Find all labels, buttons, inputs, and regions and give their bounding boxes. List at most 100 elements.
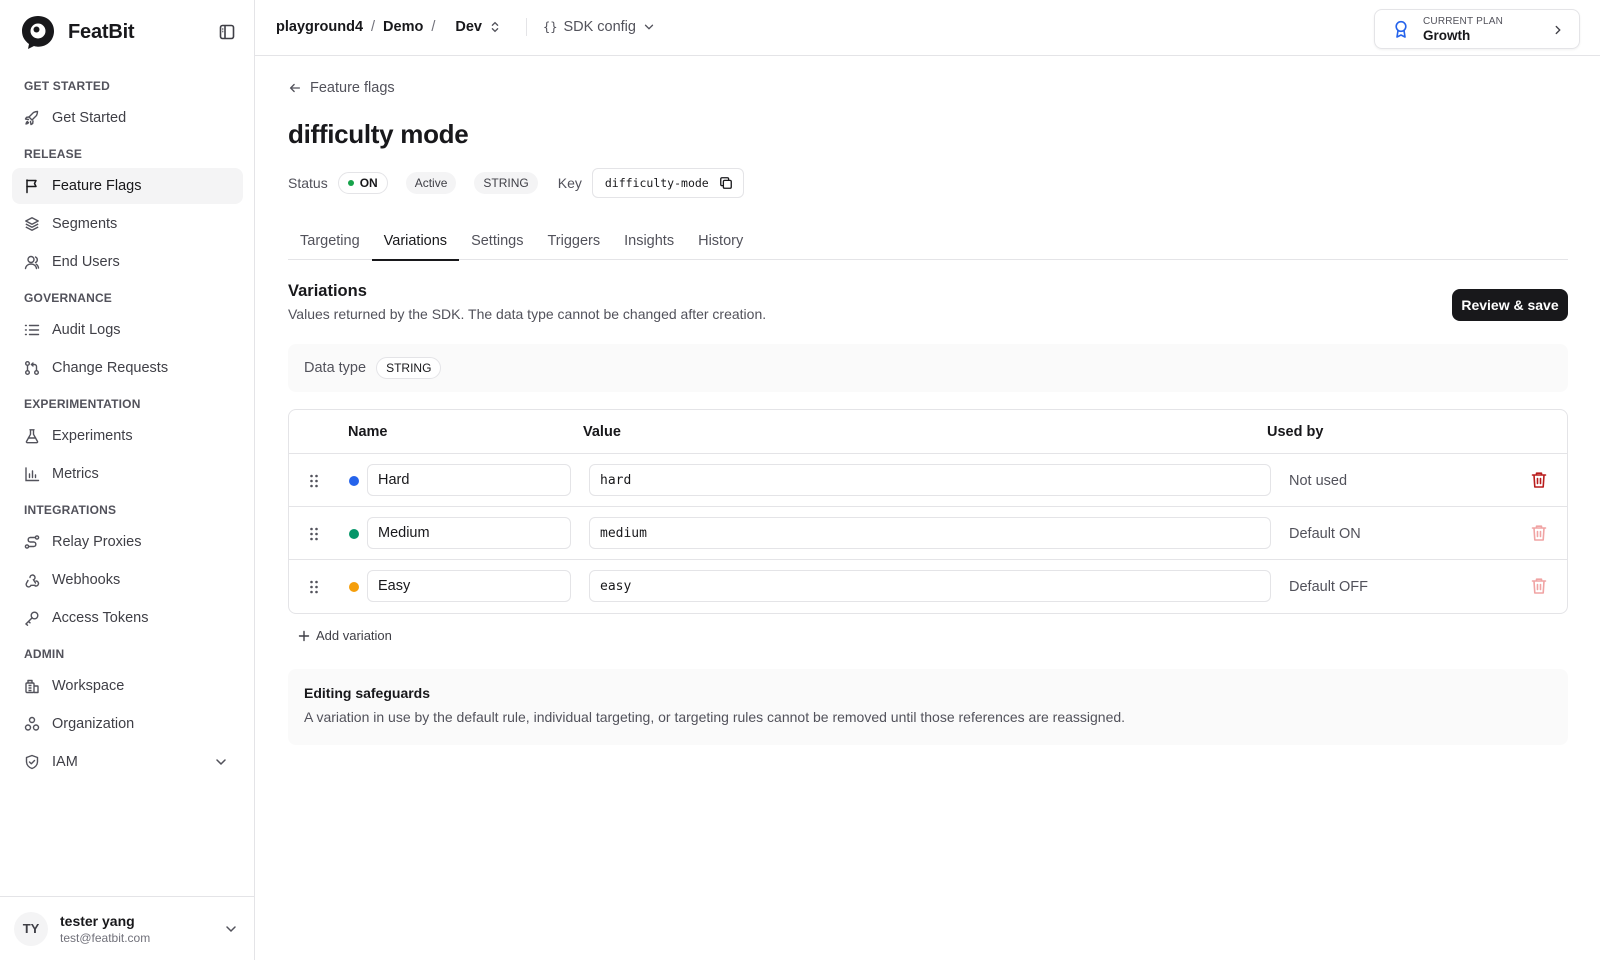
status-label: Status bbox=[288, 175, 328, 191]
variations-table: Name Value Used by Not used Default ON bbox=[288, 409, 1568, 614]
tab-triggers[interactable]: Triggers bbox=[535, 222, 612, 260]
building-icon bbox=[25, 679, 39, 694]
variation-name-input[interactable] bbox=[367, 517, 571, 549]
sidebar-item-segments[interactable]: Segments bbox=[12, 206, 243, 242]
breadcrumb: playground4 / Demo / Dev {} SDK config bbox=[276, 18, 656, 36]
sidebar-item-webhooks[interactable]: Webhooks bbox=[12, 562, 243, 598]
drag-handle-icon[interactable] bbox=[309, 579, 319, 595]
webhook-icon bbox=[25, 574, 40, 588]
sidebar-item-label: Segments bbox=[52, 216, 118, 232]
status-badge[interactable]: ON bbox=[337, 172, 388, 194]
variation-value-input[interactable] bbox=[589, 570, 1271, 602]
sidebar-item-label: Relay Proxies bbox=[52, 534, 142, 550]
nav-section-title: INTEGRATIONS bbox=[24, 503, 117, 517]
layers-icon bbox=[25, 217, 39, 231]
tab-history[interactable]: History bbox=[686, 222, 755, 260]
tab-targeting[interactable]: Targeting bbox=[288, 222, 372, 260]
page-title: difficulty mode bbox=[288, 119, 469, 149]
variation-color-dot bbox=[349, 582, 359, 592]
sidebar-item-label: Change Requests bbox=[52, 360, 169, 376]
variation-value-input[interactable] bbox=[589, 517, 1271, 549]
delete-icon[interactable] bbox=[1531, 471, 1547, 489]
key-label: Key bbox=[557, 175, 582, 191]
back-to-feature-flags[interactable]: Feature flags bbox=[288, 80, 395, 96]
user-icon bbox=[24, 255, 40, 270]
sidebar-item-label: End Users bbox=[52, 254, 120, 270]
plan-label: CURRENT PLAN bbox=[1423, 15, 1504, 27]
current-plan-button[interactable]: CURRENT PLAN Growth bbox=[1374, 9, 1580, 49]
sidebar-item-label: Experiments bbox=[52, 428, 133, 444]
delete-icon bbox=[1531, 578, 1547, 594]
breadcrumb-separator: / bbox=[431, 19, 436, 35]
variation-value-input[interactable] bbox=[589, 464, 1271, 496]
sidebar-item-label: Audit Logs bbox=[52, 322, 121, 338]
data-type-badge: STRING bbox=[376, 357, 442, 379]
sidebar-item-audit-logs[interactable]: Audit Logs bbox=[12, 312, 243, 348]
tab-variations[interactable]: Variations bbox=[371, 222, 460, 261]
user-menu[interactable]: TY tester yang test@featbit.com bbox=[0, 896, 255, 960]
list-icon bbox=[24, 324, 40, 336]
featbit-logo-icon bbox=[22, 16, 54, 49]
column-header-used-by: Used by bbox=[1267, 424, 1324, 440]
sidebar-nav: GET STARTED Get Started RELEASE Feature … bbox=[12, 68, 243, 782]
status-dot bbox=[347, 180, 354, 186]
sidebar-item-organization[interactable]: Organization bbox=[12, 706, 243, 742]
sidebar-item-feature-flags[interactable]: Feature Flags bbox=[12, 168, 243, 204]
delete-icon bbox=[1531, 525, 1547, 541]
sidebar-item-relay-proxies[interactable]: Relay Proxies bbox=[12, 524, 243, 560]
safeguards-text: A variation in use by the default rule, … bbox=[304, 709, 1126, 725]
sidebar-item-workspace[interactable]: Workspace bbox=[12, 668, 243, 704]
drag-handle-icon[interactable] bbox=[309, 526, 319, 542]
breadcrumb-separator: / bbox=[371, 19, 376, 35]
review-save-button[interactable]: Review & save bbox=[1452, 289, 1568, 321]
header-divider bbox=[525, 18, 527, 36]
bar-chart-icon bbox=[25, 467, 40, 482]
section-description: Values returned by the SDK. The data typ… bbox=[288, 306, 767, 322]
add-variation-button[interactable]: Add variation bbox=[298, 628, 392, 643]
sdk-config-label: SDK config bbox=[563, 19, 636, 35]
nav-section-title: RELEASE bbox=[24, 147, 83, 161]
state-badge: Active bbox=[405, 172, 457, 194]
chevron-down-icon[interactable] bbox=[213, 754, 229, 770]
rocket-icon bbox=[24, 110, 39, 126]
flag-key-value: difficulty-mode bbox=[604, 176, 709, 190]
top-header: playground4 / Demo / Dev {} SDK config C… bbox=[255, 0, 1600, 56]
copy-icon[interactable] bbox=[719, 176, 733, 190]
sidebar-item-get-started[interactable]: Get Started bbox=[12, 100, 243, 136]
sdk-config-menu[interactable]: {} SDK config bbox=[543, 19, 656, 35]
sidebar-item-iam[interactable]: IAM bbox=[12, 744, 243, 780]
variation-name-input[interactable] bbox=[367, 570, 571, 602]
sidebar: FeatBit GET STARTED Get Started RELEASE … bbox=[0, 0, 255, 960]
tab-settings[interactable]: Settings bbox=[459, 222, 535, 260]
sidebar-item-access-tokens[interactable]: Access Tokens bbox=[12, 600, 243, 636]
variation-name-input[interactable] bbox=[367, 464, 571, 496]
tab-insights[interactable]: Insights bbox=[612, 222, 686, 260]
sidebar-item-experiments[interactable]: Experiments bbox=[12, 418, 243, 454]
brand[interactable]: FeatBit bbox=[20, 14, 135, 50]
sidebar-item-end-users[interactable]: End Users bbox=[12, 244, 243, 280]
table-row: Not used bbox=[289, 454, 1567, 507]
variation-used-by: Default OFF bbox=[1289, 579, 1368, 595]
flag-tabs: Targeting Variations Settings Triggers I… bbox=[288, 222, 1568, 261]
table-header: Name Value Used by bbox=[289, 410, 1567, 454]
sidebar-item-label: Organization bbox=[52, 716, 135, 732]
braces-icon: {} bbox=[542, 20, 558, 34]
flag-key: difficulty-mode bbox=[591, 168, 744, 198]
sidebar-item-metrics[interactable]: Metrics bbox=[12, 456, 243, 492]
breadcrumb-env-group[interactable]: Demo bbox=[383, 19, 423, 35]
breadcrumb-project[interactable]: playground4 bbox=[276, 19, 363, 35]
chevron-down-icon bbox=[644, 24, 654, 30]
variation-color-dot bbox=[349, 529, 359, 539]
sidebar-item-label: IAM bbox=[52, 754, 78, 770]
environment-selector[interactable]: Dev bbox=[455, 19, 502, 35]
variation-used-by: Not used bbox=[1289, 473, 1348, 489]
variation-used-by: Default ON bbox=[1289, 526, 1361, 542]
drag-handle-icon[interactable] bbox=[309, 473, 319, 489]
sidebar-toggle-icon[interactable] bbox=[218, 23, 236, 41]
table-row: Default ON bbox=[289, 507, 1567, 560]
chevron-down-icon[interactable] bbox=[223, 921, 239, 937]
editing-safeguards-panel: Editing safeguards A variation in use by… bbox=[288, 669, 1568, 745]
back-label: Feature flags bbox=[310, 80, 395, 96]
chevron-right-icon bbox=[1555, 25, 1561, 35]
sidebar-item-change-requests[interactable]: Change Requests bbox=[12, 350, 243, 386]
